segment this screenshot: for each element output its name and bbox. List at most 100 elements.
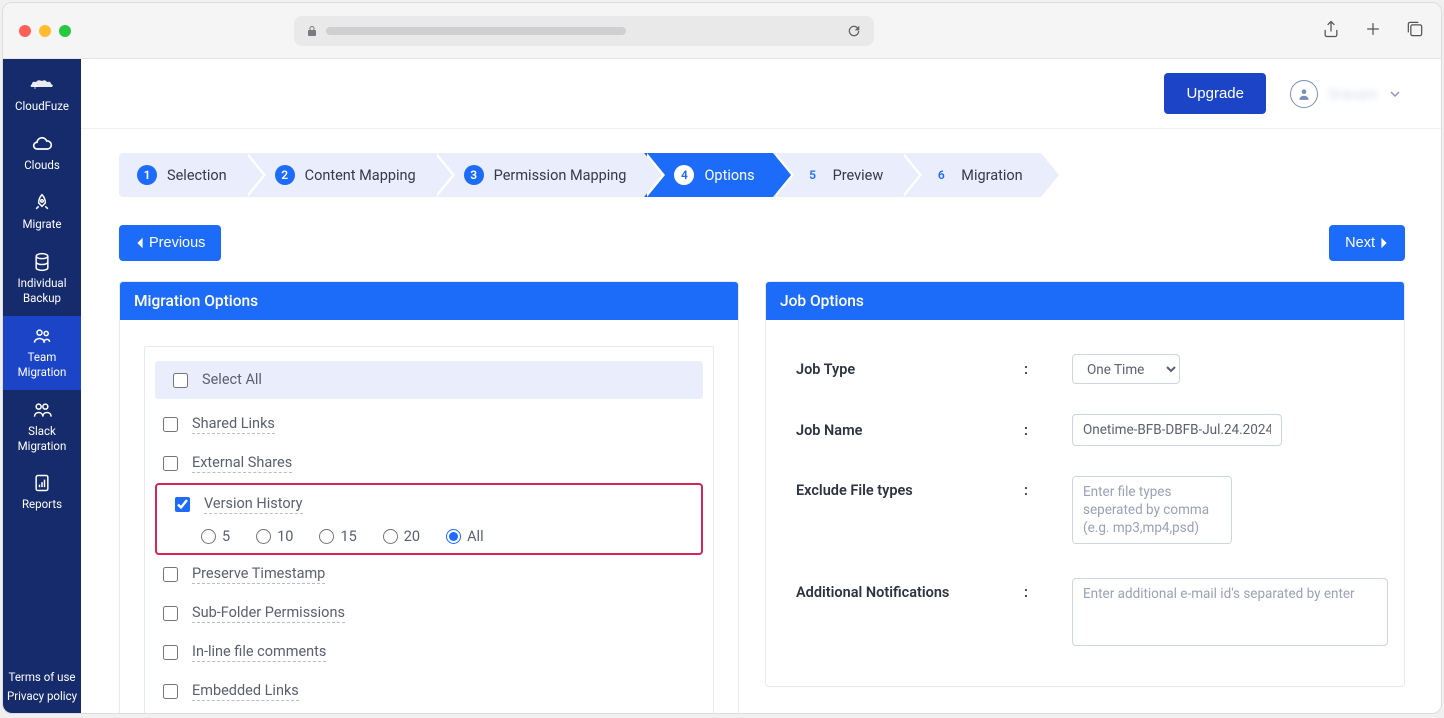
separator: : <box>1016 422 1036 439</box>
chevron-left-icon <box>135 236 145 250</box>
radio-20[interactable]: 20 <box>383 528 420 545</box>
minimize-window-button[interactable] <box>39 25 51 37</box>
exclude-file-types-label: Exclude File types <box>796 476 1016 499</box>
option-label: External Shares <box>192 454 292 473</box>
option-embedded-links[interactable]: Embedded Links <box>145 672 713 713</box>
step-content-mapping[interactable]: 2 Content Mapping <box>245 153 434 197</box>
topbar: Upgrade Sravani <box>81 59 1441 129</box>
option-select-all[interactable]: Select All <box>155 361 703 399</box>
version-history-highlight: Version History 5 10 15 20 All <box>155 483 703 555</box>
app-body: CloudFuze Clouds Migrate Individual Back… <box>3 59 1441 713</box>
team-icon <box>30 326 54 346</box>
step-selection[interactable]: 1 Selection <box>119 153 245 197</box>
sidebar-item-label: Team Migration <box>7 350 77 380</box>
upgrade-button[interactable]: Upgrade <box>1164 73 1266 114</box>
traffic-lights <box>19 25 71 37</box>
sidebar-item-reports[interactable]: Reports <box>3 463 81 522</box>
step-permission-mapping[interactable]: 3 Permission Mapping <box>434 153 645 197</box>
exclude-file-types-input[interactable] <box>1072 476 1232 544</box>
job-options-grid: Job Type : One Time Job Name : <box>790 346 1380 660</box>
option-external-shares[interactable]: External Shares <box>145 444 713 483</box>
content-area: 1 Selection 2 Content Mapping 3 Permissi… <box>81 129 1441 713</box>
job-type-label: Job Type <box>796 361 1016 378</box>
options-list: Select All Shared Links External Shares <box>144 346 714 713</box>
browser-actions <box>1321 19 1425 43</box>
embedded-links-checkbox[interactable] <box>163 684 178 699</box>
next-button[interactable]: Next <box>1329 225 1405 261</box>
terms-link[interactable]: Terms of use <box>3 668 81 686</box>
sidebar-item-team-migration[interactable]: Team Migration <box>3 316 81 390</box>
option-label: Sub-Folder Permissions <box>192 604 345 623</box>
step-label: Selection <box>167 167 227 184</box>
separator: : <box>1016 361 1036 378</box>
maximize-window-button[interactable] <box>59 25 71 37</box>
job-name-input[interactable] <box>1072 414 1282 446</box>
job-name-label: Job Name <box>796 422 1016 439</box>
step-number: 1 <box>137 165 157 185</box>
option-label: Shared Links <box>192 415 275 434</box>
radio-all[interactable]: All <box>446 528 484 545</box>
separator: : <box>1016 578 1036 601</box>
panel-header: Migration Options <box>120 282 738 320</box>
sidebar-item-label: Clouds <box>24 158 60 173</box>
report-icon <box>30 473 54 493</box>
user-name-label: Sravani <box>1328 85 1377 103</box>
main-area: Upgrade Sravani 1 Selection 2 <box>81 59 1441 713</box>
sidebar-item-clouds[interactable]: Clouds <box>3 124 81 183</box>
new-tab-icon[interactable] <box>1363 19 1383 43</box>
step-number: 2 <box>275 165 295 185</box>
refresh-icon[interactable] <box>846 23 862 39</box>
subfolder-permissions-checkbox[interactable] <box>163 606 178 621</box>
slack-icon <box>30 400 54 420</box>
separator: : <box>1016 476 1036 499</box>
share-icon[interactable] <box>1321 19 1341 43</box>
option-subfolder-permissions[interactable]: Sub-Folder Permissions <box>145 594 713 633</box>
job-type-select[interactable]: One Time <box>1072 354 1180 384</box>
option-label: Version History <box>204 495 303 514</box>
step-number: 4 <box>674 165 694 185</box>
user-menu[interactable]: Sravani <box>1290 80 1403 108</box>
option-label: Embedded Links <box>192 682 299 701</box>
sidebar-item-label: Individual Backup <box>7 276 77 306</box>
sidebar-item-label: Slack Migration <box>7 424 77 454</box>
lock-icon <box>306 25 318 37</box>
additional-notifications-label: Additional Notifications <box>796 578 1016 601</box>
external-shares-checkbox[interactable] <box>163 456 178 471</box>
sidebar-footer: Terms of use Privacy policy <box>3 668 81 713</box>
previous-label: Previous <box>149 235 205 251</box>
database-icon <box>30 252 54 272</box>
shared-links-checkbox[interactable] <box>163 417 178 432</box>
sidebar-item-slack-migration[interactable]: Slack Migration <box>3 390 81 464</box>
additional-notifications-input[interactable] <box>1072 578 1388 646</box>
option-shared-links[interactable]: Shared Links <box>145 405 713 444</box>
radio-15[interactable]: 15 <box>319 528 356 545</box>
browser-window: CloudFuze Clouds Migrate Individual Back… <box>2 2 1442 714</box>
step-number: 5 <box>803 165 823 185</box>
radio-5[interactable]: 5 <box>201 528 230 545</box>
previous-button[interactable]: Previous <box>119 225 221 261</box>
sidebar-item-migrate[interactable]: Migrate <box>3 183 81 242</box>
close-window-button[interactable] <box>19 25 31 37</box>
chevron-right-icon <box>1379 236 1389 250</box>
panel-header: Job Options <box>766 282 1404 320</box>
select-all-checkbox[interactable] <box>173 373 188 388</box>
browser-chrome <box>3 3 1441 59</box>
option-inline-comments[interactable]: In-line file comments <box>145 633 713 672</box>
sidebar: CloudFuze Clouds Migrate Individual Back… <box>3 59 81 713</box>
sidebar-item-label: Reports <box>22 497 62 512</box>
panels-row: Migration Options Select All Shared Link… <box>119 281 1405 713</box>
wizard-stepper: 1 Selection 2 Content Mapping 3 Permissi… <box>119 153 1405 197</box>
job-options-panel: Job Options Job Type : One Time <box>765 281 1405 687</box>
version-history-checkbox[interactable] <box>175 497 190 512</box>
option-preserve-timestamp[interactable]: Preserve Timestamp <box>145 555 713 594</box>
sidebar-brand[interactable]: CloudFuze <box>3 59 81 124</box>
option-version-history[interactable]: Version History <box>157 485 701 524</box>
sidebar-item-individual-backup[interactable]: Individual Backup <box>3 242 81 316</box>
migration-options-panel: Migration Options Select All Shared Link… <box>119 281 739 713</box>
preserve-timestamp-checkbox[interactable] <box>163 567 178 582</box>
tabs-icon[interactable] <box>1405 19 1425 43</box>
inline-comments-checkbox[interactable] <box>163 645 178 660</box>
address-bar[interactable] <box>294 16 874 46</box>
privacy-link[interactable]: Privacy policy <box>3 687 81 705</box>
radio-10[interactable]: 10 <box>256 528 293 545</box>
